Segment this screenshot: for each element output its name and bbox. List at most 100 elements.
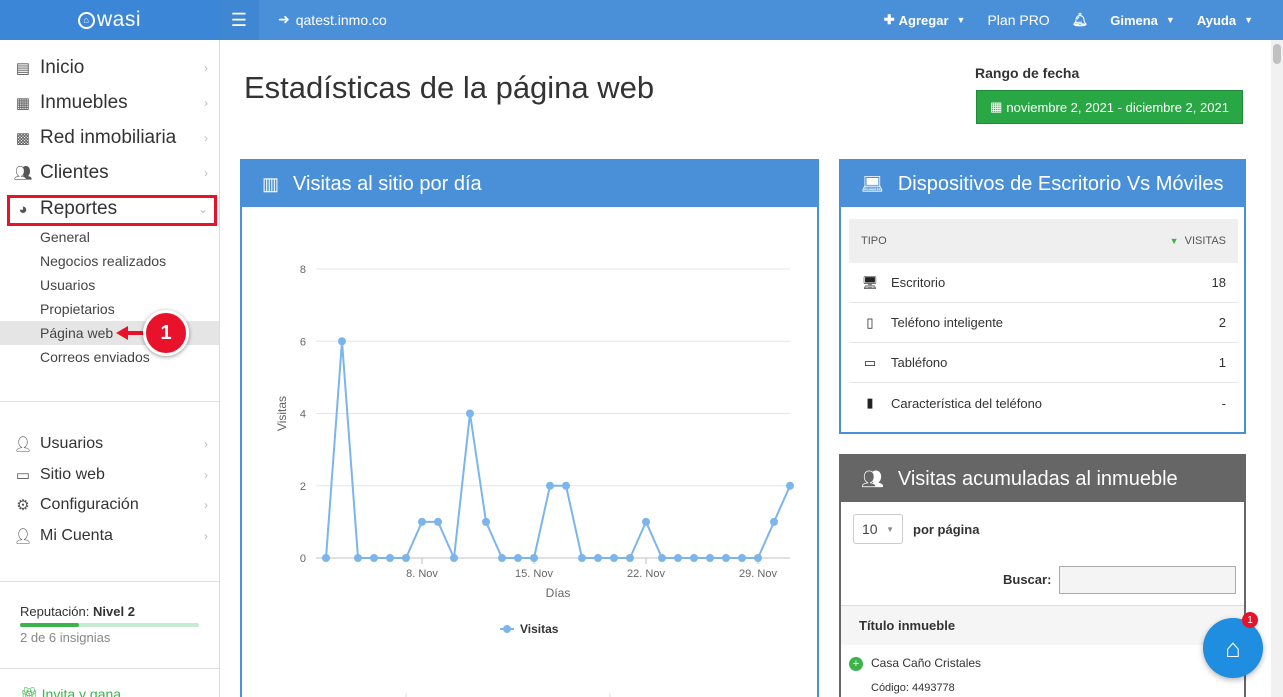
invite-link[interactable]: 🎁︎ Invita y gana: [20, 686, 121, 697]
user-menu-label: Gimena: [1110, 12, 1158, 28]
date-range-value: noviembre 2, 2021 - diciembre 2, 2021: [1006, 99, 1229, 115]
chat-button[interactable]: ⌂: [1203, 618, 1263, 678]
y-tick-label: 8: [300, 264, 306, 276]
property-title: Casa Caño Cristales: [871, 656, 982, 670]
devices-panel-header: 💻︎ Dispositivos de Escritorio Vs Móviles: [841, 161, 1244, 207]
sidebar-item-mi-cuenta[interactable]: 👤︎ Mi Cuenta ›: [12, 521, 212, 551]
x-axis-title: Días: [546, 586, 571, 600]
x-tick-label: 8. Nov: [406, 568, 438, 580]
logo-area[interactable]: ⌂ wasi: [0, 0, 219, 40]
chevron-right-icon: ›: [204, 437, 208, 451]
data-point: [482, 517, 490, 526]
data-point: [562, 481, 570, 490]
home-chat-icon: ⌂: [1225, 632, 1241, 663]
hamburger-menu-icon[interactable]: ☰: [219, 0, 259, 40]
users-icon: 👥︎: [861, 468, 884, 489]
search-input[interactable]: [1059, 566, 1236, 594]
sidebar-item-configuracion[interactable]: ⚙ Configuración ›: [12, 490, 212, 520]
device-visits: 1: [1218, 355, 1226, 370]
data-point: [578, 554, 586, 562]
y-tick-label: 6: [300, 336, 306, 348]
data-point: [626, 554, 634, 562]
x-tick-label: 22. Nov: [627, 568, 665, 580]
data-point: [338, 337, 346, 346]
chevron-right-icon: ›: [204, 166, 208, 180]
subitem-general[interactable]: General: [40, 229, 90, 245]
data-point: [498, 554, 506, 562]
sidebar-item-label: Configuración: [40, 496, 139, 513]
network-icon: ▩: [15, 130, 31, 147]
visits-panel-header: ▥ Visitas al sitio por día: [242, 161, 817, 207]
property-visits-panel: 👥︎ Visitas acumuladas al inmueble 10 ▼ p…: [839, 454, 1246, 697]
subitem-pagina-web[interactable]: Página web: [40, 325, 113, 341]
invite-label: Invita y gana: [41, 686, 122, 697]
subitem-propietarios[interactable]: Propietarios: [40, 301, 115, 317]
table-row: + Casa Caño Cristales: [849, 656, 981, 671]
chevron-down-icon: ▼: [1244, 15, 1253, 25]
badges-count: 2 de 6 insignias: [20, 630, 111, 645]
notifications-button[interactable]: 🔔︎: [1072, 12, 1089, 28]
reputation-level: Nivel 2: [93, 604, 135, 619]
sidebar-item-red-inmobiliaria[interactable]: ▩ Red inmobiliaria ›: [12, 123, 212, 153]
add-menu-button[interactable]: ✚ Agregar ▼: [884, 12, 966, 28]
sidebar-item-label: Usuarios: [40, 435, 104, 452]
chevron-down-icon: ▼: [956, 15, 966, 25]
sidebar-item-inmuebles[interactable]: ▦ Inmuebles ›: [12, 88, 212, 118]
x-tick-label: 29. Nov: [739, 568, 777, 580]
devices-panel-title: Dispositivos de Escritorio Vs Móviles: [897, 172, 1224, 195]
data-point: [546, 481, 554, 490]
add-menu-label: Agregar: [898, 12, 949, 28]
logo[interactable]: ⌂ wasi: [77, 8, 141, 32]
sidebar-item-sitio-web[interactable]: ▭ Sitio web ›: [12, 460, 212, 490]
chevron-right-icon: ›: [204, 498, 208, 512]
sidebar-item-label: Inicio: [40, 57, 85, 78]
expand-row-icon[interactable]: +: [849, 656, 863, 671]
sidebar-item-inicio[interactable]: ▤ Inicio ›: [12, 53, 212, 83]
sidebar-item-usuarios[interactable]: 👤︎ Usuarios ›: [12, 429, 212, 459]
subitem-usuarios[interactable]: Usuarios: [40, 277, 95, 293]
visits-panel-title: Visitas al sitio por día: [293, 172, 482, 195]
data-point: [434, 517, 442, 526]
plan-link[interactable]: Plan PRO: [987, 12, 1049, 28]
scrollbar-track[interactable]: [1271, 40, 1283, 697]
property-code: Código: 4493778: [871, 682, 955, 694]
column-header-type[interactable]: TIPO: [861, 235, 887, 247]
table-row: ▮ Característica del teléfono -: [849, 383, 1238, 423]
column-header-visits-label: VISITAS: [1184, 235, 1226, 247]
data-point: [770, 517, 778, 526]
bell-icon: 🔔︎: [1071, 12, 1089, 27]
logo-icon: ⌂: [77, 11, 95, 29]
data-point: [642, 517, 650, 526]
gear-icon: ⚙: [16, 497, 30, 514]
column-header-title[interactable]: Título inmueble: [841, 605, 1244, 645]
date-range-label: Rango de fecha: [975, 65, 1080, 81]
user-menu-button[interactable]: Gimena ▼: [1110, 13, 1175, 28]
data-point: [466, 409, 474, 418]
table-row: ▯ Teléfono inteligente 2: [849, 303, 1238, 343]
data-point: [322, 554, 330, 562]
subitem-negocios-realizados[interactable]: Negocios realizados: [40, 253, 166, 269]
column-header-visits[interactable]: ▼ VISITAS: [1170, 235, 1226, 247]
subitem-correos-enviados[interactable]: Correos enviados: [40, 349, 150, 365]
device-label: Teléfono inteligente: [891, 315, 1004, 330]
per-page-label: por página: [913, 521, 980, 537]
property-visits-panel-title: Visitas acumuladas al inmueble: [897, 467, 1178, 490]
per-page-select[interactable]: 10 ▼: [853, 514, 903, 544]
data-point: [706, 554, 714, 562]
bar-chart-icon: ▥: [262, 173, 280, 194]
help-menu-button[interactable]: Ayuda ▼: [1197, 13, 1253, 28]
divider: [0, 401, 219, 402]
data-point: [450, 554, 458, 562]
help-menu-label: Ayuda: [1196, 12, 1237, 28]
chevron-right-icon: ›: [204, 529, 208, 543]
visits-chart: 0 2 4 6 8 8. Nov 15. Nov 22. Nov 29. Nov Días Visi…: [275, 264, 794, 697]
scrollbar-thumb[interactable]: [1273, 44, 1281, 64]
date-range-button[interactable]: ▦ noviembre 2, 2021 - diciembre 2, 2021: [976, 90, 1243, 124]
sidebar-item-clientes[interactable]: 👥︎ Clientes ›: [12, 158, 212, 188]
sidebar: ▤ Inicio › ▦ Inmuebles › ▩ Red inmobilia…: [0, 40, 220, 697]
reputation-prefix: Reputación:: [20, 604, 90, 619]
y-axis-title: Visitas: [275, 396, 289, 431]
legend-marker: [503, 625, 511, 633]
site-link[interactable]: ➜ qatest.inmo.co: [278, 11, 387, 28]
user-icon: 👤︎: [13, 436, 33, 453]
